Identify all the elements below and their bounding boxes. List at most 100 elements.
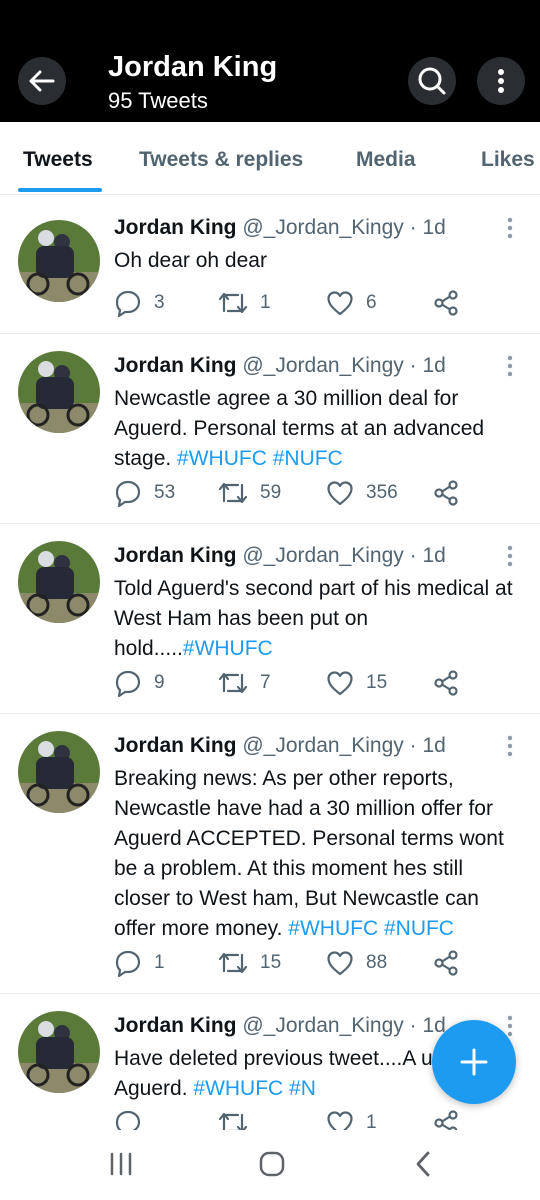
- reply-count: 53: [154, 482, 176, 503]
- retweet-icon: [218, 482, 248, 504]
- tweet-text: Breaking news: As per other reports, New…: [114, 767, 504, 940]
- reply-count: 1: [154, 952, 165, 973]
- tweet-actions: 3 1 6: [114, 288, 534, 318]
- like-count: 356: [366, 482, 398, 503]
- heart-icon: [327, 671, 353, 696]
- active-tab-indicator: [18, 188, 102, 192]
- share-button[interactable]: [432, 668, 460, 698]
- tweet-header: Jordan King @_Jordan_Kingy · 1d: [114, 354, 446, 378]
- recent-apps-icon[interactable]: [108, 1152, 134, 1176]
- share-icon: [434, 670, 458, 696]
- back-nav-icon[interactable]: [413, 1150, 433, 1178]
- share-button[interactable]: [432, 288, 460, 318]
- share-button[interactable]: [432, 948, 460, 978]
- like-count: 88: [366, 952, 388, 973]
- reply-button[interactable]: 9: [114, 668, 165, 698]
- author-handle[interactable]: @_Jordan_Kingy: [242, 734, 403, 757]
- author-handle[interactable]: @_Jordan_Kingy: [242, 354, 403, 377]
- share-button[interactable]: [432, 478, 460, 508]
- status-bar: [0, 0, 540, 40]
- hashtag-link[interactable]: #NUFC: [384, 917, 454, 940]
- retweet-button[interactable]: 7: [218, 668, 271, 698]
- avatar[interactable]: [18, 351, 100, 433]
- retweet-count: 1: [260, 292, 271, 313]
- separator-dot: ·: [409, 216, 417, 239]
- more-vertical-icon[interactable]: [500, 734, 520, 758]
- more-vertical-icon[interactable]: [500, 216, 520, 240]
- arrow-left-icon: [29, 70, 55, 92]
- share-icon: [434, 480, 458, 506]
- hashtag-link[interactable]: #WHUFC: [183, 637, 273, 660]
- reply-icon: [115, 950, 141, 977]
- heart-icon: [327, 951, 353, 976]
- retweet-icon: [218, 672, 248, 694]
- like-button[interactable]: 6: [326, 288, 377, 318]
- hashtag-link[interactable]: #N: [289, 1077, 316, 1100]
- retweet-button[interactable]: 15: [218, 948, 281, 978]
- compose-tweet-button[interactable]: [432, 1020, 516, 1104]
- reply-button[interactable]: 3: [114, 288, 165, 318]
- retweet-button[interactable]: 59: [218, 478, 281, 508]
- tweet-header: Jordan King @_Jordan_Kingy · 1d: [114, 216, 446, 240]
- hashtag-link[interactable]: #WHUFC: [177, 447, 267, 470]
- like-button[interactable]: 15: [326, 668, 387, 698]
- author-name[interactable]: Jordan King: [114, 734, 237, 757]
- author-handle[interactable]: @_Jordan_Kingy: [242, 216, 403, 239]
- author-handle[interactable]: @_Jordan_Kingy: [242, 544, 403, 567]
- share-icon: [434, 950, 458, 976]
- reply-count: 3: [154, 292, 165, 313]
- separator-dot: ·: [409, 1014, 417, 1037]
- retweet-button[interactable]: 1: [218, 288, 271, 318]
- avatar[interactable]: [18, 220, 100, 302]
- tweet-actions: 1 15 88: [114, 948, 534, 978]
- tweet-text: Told Aguerd's second part of his medical…: [114, 577, 513, 660]
- author-handle[interactable]: @_Jordan_Kingy: [242, 1014, 403, 1037]
- search-button[interactable]: [408, 57, 456, 105]
- like-button[interactable]: 88: [326, 948, 387, 978]
- author-name[interactable]: Jordan King: [114, 216, 237, 239]
- reply-button[interactable]: 53: [114, 478, 175, 508]
- author-name[interactable]: Jordan King: [114, 354, 237, 377]
- tweet[interactable]: Jordan King @_Jordan_Kingy · 1d Told Agu…: [0, 524, 540, 714]
- avatar[interactable]: [18, 731, 100, 813]
- author-name[interactable]: Jordan King: [114, 1014, 237, 1037]
- tab-tweets-and-replies[interactable]: Tweets & replies: [139, 148, 303, 172]
- tweet-actions: 53 59 356: [114, 478, 534, 508]
- hashtag-link[interactable]: #WHUFC: [288, 917, 378, 940]
- like-button[interactable]: 356: [326, 478, 398, 508]
- more-options-button[interactable]: [477, 57, 525, 105]
- retweet-count: 59: [260, 482, 282, 503]
- home-icon[interactable]: [258, 1150, 286, 1178]
- android-nav-bar: [0, 1130, 540, 1200]
- tweet[interactable]: Jordan King @_Jordan_Kingy · 1d Newcastl…: [0, 334, 540, 524]
- tweet-actions: 9 7 15: [114, 668, 534, 698]
- tweet-header: Jordan King @_Jordan_Kingy · 1d: [114, 1014, 446, 1038]
- page-title: Jordan King: [108, 51, 278, 83]
- avatar[interactable]: [18, 541, 100, 623]
- heart-icon: [327, 291, 353, 316]
- plus-icon: [460, 1048, 488, 1076]
- author-name[interactable]: Jordan King: [114, 544, 237, 567]
- tab-tweets[interactable]: Tweets: [23, 148, 93, 172]
- tweet-text: Oh dear oh dear: [114, 249, 267, 272]
- like-count: 15: [366, 672, 388, 693]
- like-count: 6: [366, 292, 377, 313]
- tweet-time: 1d: [422, 216, 446, 239]
- tweet-time: 1d: [422, 354, 446, 377]
- more-vertical-icon[interactable]: [500, 354, 520, 378]
- reply-icon: [115, 290, 141, 317]
- tab-likes[interactable]: Likes: [481, 148, 535, 172]
- profile-tabs: Tweets Tweets & replies Media Likes: [0, 122, 540, 195]
- hashtag-link[interactable]: #WHUFC: [193, 1077, 283, 1100]
- reply-button[interactable]: 1: [114, 948, 165, 978]
- more-vertical-icon[interactable]: [500, 544, 520, 568]
- hashtag-link[interactable]: #NUFC: [273, 447, 343, 470]
- tab-media[interactable]: Media: [356, 148, 416, 172]
- reply-icon: [115, 480, 141, 507]
- tweet[interactable]: Jordan King @_Jordan_Kingy · 1d Breaking…: [0, 714, 540, 994]
- back-button[interactable]: [18, 57, 66, 105]
- tweet-time: 1d: [422, 734, 446, 757]
- tweet[interactable]: Jordan King @_Jordan_Kingy · 1d Oh dear …: [0, 196, 540, 334]
- reply-count: 9: [154, 672, 165, 693]
- avatar[interactable]: [18, 1011, 100, 1093]
